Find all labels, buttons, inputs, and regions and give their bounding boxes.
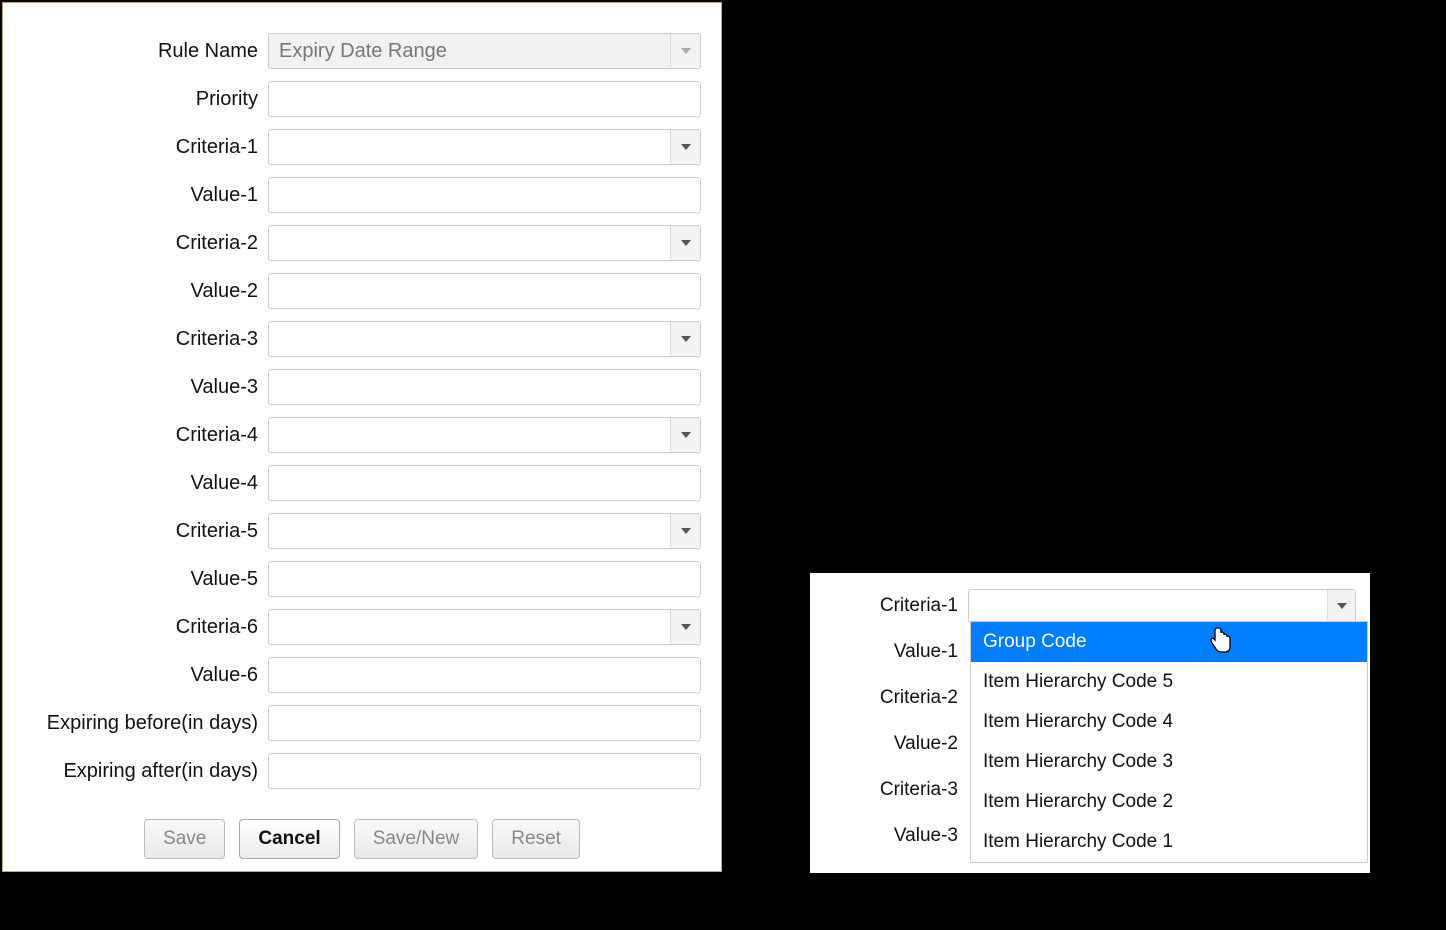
criteria-1-combo[interactable] [268,129,701,165]
row-criteria-3: Criteria-3 [3,321,721,357]
row-expiring-after: Expiring after(in days) [3,753,721,789]
label-priority: Priority [3,88,268,111]
rule-name-trigger[interactable] [670,34,700,68]
criteria-2-trigger[interactable] [670,226,700,260]
label-value-4: Value-4 [3,472,268,495]
value-6-input[interactable] [268,657,701,693]
row-criteria-1: Criteria-1 [3,129,721,165]
label-value-5: Value-5 [3,568,268,591]
criteria-6-trigger[interactable] [670,610,700,644]
priority-input[interactable] [268,81,701,117]
row-value-3: Value-3 [3,369,721,405]
criteria-3-trigger[interactable] [670,322,700,356]
dropdown-option[interactable]: Item Hierarchy Code 4 [971,702,1367,742]
criteria-6-combo[interactable] [268,609,701,645]
cancel-button[interactable]: Cancel [239,819,339,859]
criteria-3-combo[interactable] [268,321,701,357]
criteria-4-combo[interactable] [268,417,701,453]
save-new-button[interactable]: Save/New [354,819,479,859]
rule-name-combo[interactable]: Expiry Date Range [268,33,701,69]
criteria-1-trigger[interactable] [670,130,700,164]
row-priority: Priority [3,81,721,117]
row-rule-name: Rule Name Expiry Date Range [3,33,721,69]
criteria-4-value [269,418,670,452]
snippet-label-value-2: Value-2 [810,733,968,755]
label-criteria-5: Criteria-5 [3,520,268,543]
reset-button[interactable]: Reset [492,819,580,859]
label-expiring-before: Expiring before(in days) [3,712,268,735]
criteria-1-dropdown-list: Group Code Item Hierarchy Code 5 Item Hi… [970,621,1368,863]
snippet-label-value-3: Value-3 [810,825,968,847]
label-criteria-1: Criteria-1 [3,136,268,159]
row-value-4: Value-4 [3,465,721,501]
dropdown-option[interactable]: Item Hierarchy Code 5 [971,662,1367,702]
chevron-down-icon [681,48,691,54]
snippet-criteria-1-value [969,590,1327,622]
save-button[interactable]: Save [144,819,225,859]
row-value-1: Value-1 [3,177,721,213]
row-criteria-5: Criteria-5 [3,513,721,549]
criteria-dropdown-snippet: Criteria-1 Value-1 Criteria-2 Value-2 Cr… [810,573,1370,873]
label-value-2: Value-2 [3,280,268,303]
criteria-3-value [269,322,670,356]
snippet-label-value-1: Value-1 [810,641,968,663]
label-expiring-after: Expiring after(in days) [3,760,268,783]
snippet-label-criteria-2: Criteria-2 [810,687,968,709]
criteria-4-trigger[interactable] [670,418,700,452]
chevron-down-icon [681,144,691,150]
label-criteria-4: Criteria-4 [3,424,268,447]
rule-form-panel: Rule Name Expiry Date Range Priority Cri… [2,2,722,872]
criteria-2-combo[interactable] [268,225,701,261]
criteria-1-value [269,130,670,164]
chevron-down-icon [681,528,691,534]
dropdown-option[interactable]: Item Hierarchy Code 2 [971,782,1367,822]
snippet-label-criteria-3: Criteria-3 [810,779,968,801]
row-value-6: Value-6 [3,657,721,693]
criteria-5-trigger[interactable] [670,514,700,548]
chevron-down-icon [681,336,691,342]
criteria-2-value [269,226,670,260]
value-1-input[interactable] [268,177,701,213]
value-3-input[interactable] [268,369,701,405]
snippet-label-criteria-1: Criteria-1 [810,595,968,617]
expiring-before-input[interactable] [268,705,701,741]
label-value-6: Value-6 [3,664,268,687]
label-value-3: Value-3 [3,376,268,399]
row-criteria-6: Criteria-6 [3,609,721,645]
label-rule-name: Rule Name [3,40,268,63]
snippet-criteria-1-trigger[interactable] [1327,590,1355,622]
label-value-1: Value-1 [3,184,268,207]
dropdown-option[interactable]: Item Hierarchy Code 1 [971,822,1367,862]
row-value-5: Value-5 [3,561,721,597]
label-criteria-3: Criteria-3 [3,328,268,351]
chevron-down-icon [681,624,691,630]
row-criteria-4: Criteria-4 [3,417,721,453]
label-criteria-6: Criteria-6 [3,616,268,639]
rule-name-value: Expiry Date Range [269,34,670,68]
criteria-6-value [269,610,670,644]
chevron-down-icon [681,240,691,246]
value-5-input[interactable] [268,561,701,597]
row-expiring-before: Expiring before(in days) [3,705,721,741]
criteria-5-combo[interactable] [268,513,701,549]
label-criteria-2: Criteria-2 [3,232,268,255]
value-4-input[interactable] [268,465,701,501]
dropdown-option[interactable]: Item Hierarchy Code 3 [971,742,1367,782]
value-2-input[interactable] [268,273,701,309]
chevron-down-icon [1337,603,1347,609]
criteria-5-value [269,514,670,548]
dropdown-option[interactable]: Group Code [971,622,1367,662]
buttons-row: Save Cancel Save/New Reset [3,801,721,869]
row-value-2: Value-2 [3,273,721,309]
expiring-after-input[interactable] [268,753,701,789]
snippet-criteria-1-combo[interactable] [968,589,1356,623]
row-criteria-2: Criteria-2 [3,225,721,261]
chevron-down-icon [681,432,691,438]
